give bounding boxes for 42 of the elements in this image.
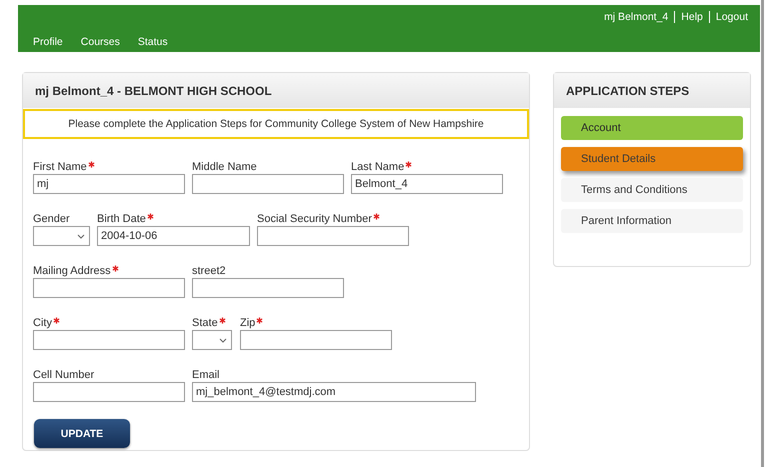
panel-title: mj Belmont_4 - BELMONT HIGH SCHOOL	[35, 84, 272, 98]
field-label: Social Security Number	[257, 212, 372, 226]
nav-link[interactable]: Status	[138, 36, 168, 48]
field-label: Mailing Address	[33, 264, 111, 278]
input-field[interactable]: Belmont_4	[351, 174, 503, 194]
field-label: Birth Date	[97, 212, 146, 226]
field-label: Zip	[240, 316, 256, 330]
field-label: First Name	[33, 160, 87, 174]
field-label: street2	[192, 264, 226, 278]
dropdown[interactable]	[192, 330, 232, 350]
input-field[interactable]: mj	[33, 174, 185, 194]
input-field[interactable]: 2004-10-06	[97, 226, 250, 246]
input-field[interactable]	[257, 226, 409, 246]
input-field[interactable]	[192, 174, 344, 194]
input-field[interactable]	[33, 278, 185, 298]
input-field[interactable]: mj_belmont_4@testmdj.com	[192, 382, 476, 402]
field-label: State	[192, 316, 218, 330]
user-menu-link[interactable]: Help	[674, 11, 703, 23]
dropdown[interactable]	[33, 226, 90, 246]
step-item[interactable]: Student Details	[561, 147, 743, 171]
input-field[interactable]	[33, 382, 185, 402]
input-field[interactable]	[240, 330, 392, 350]
caret-icon	[219, 338, 227, 342]
input-field[interactable]	[192, 278, 344, 298]
notice-text: Please complete the Application Steps for Community College System of New Hampshire	[68, 118, 484, 130]
panel-title: APPLICATION STEPS	[566, 84, 690, 98]
step-item[interactable]: Account	[561, 116, 743, 140]
field-label: City	[33, 316, 52, 330]
field-label: Cell Number	[33, 368, 94, 382]
update-button[interactable]: UPDATE	[34, 419, 130, 448]
field-label: Middle Name	[192, 160, 257, 174]
user-menu-link[interactable]: Logout	[708, 11, 748, 23]
step-item[interactable]: Terms and Conditions	[561, 178, 743, 202]
step-item[interactable]: Parent Information	[561, 209, 743, 233]
field-label: Last Name	[351, 160, 404, 174]
caret-icon	[77, 234, 85, 238]
input-field[interactable]	[33, 330, 185, 350]
field-label: Gender	[33, 212, 70, 226]
user-menu-link[interactable]: mj Belmont_4	[604, 11, 668, 23]
field-label: Email	[192, 368, 220, 382]
nav-link[interactable]: Courses	[80, 36, 120, 48]
nav-link[interactable]: Profile	[33, 36, 63, 48]
